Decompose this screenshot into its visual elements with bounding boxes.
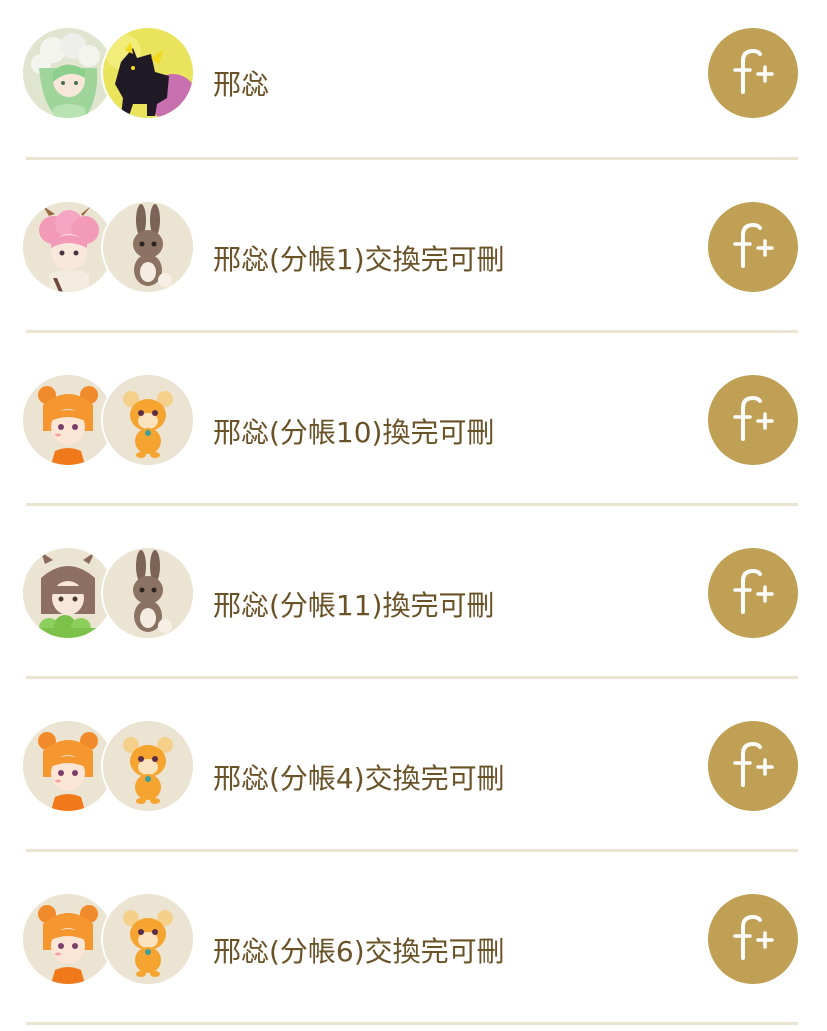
follow-plus-icon: [733, 222, 774, 268]
follow-plus-icon: [733, 395, 774, 441]
character-avatar: [23, 548, 113, 638]
friend-name: 邢惢: [213, 68, 270, 101]
avatar-group: [23, 28, 193, 120]
pet-avatar: [103, 721, 193, 811]
follow-plus-icon: [733, 914, 774, 960]
friend-row[interactable]: 邢惢(分帳4)交換完可刪: [0, 679, 827, 852]
friend-row[interactable]: 邢惢(分帳11)換完可刪: [0, 506, 827, 679]
pet-avatar: [103, 894, 193, 984]
avatar-group: [23, 202, 193, 294]
character-avatar: [23, 375, 113, 465]
friend-name: 邢惢(分帳11)換完可刪: [213, 589, 495, 622]
character-avatar: [23, 28, 113, 118]
follow-plus-button[interactable]: [708, 28, 798, 118]
friend-row[interactable]: 邢惢(分帳10)換完可刪: [0, 333, 827, 506]
follow-plus-button[interactable]: [708, 202, 798, 292]
friend-row[interactable]: 邢惢: [0, 0, 827, 160]
row-divider: [26, 1022, 798, 1025]
friend-list: 邢惢 邢惢(分帳1)交換完可刪 邢惢(分帳10)換完可刪 邢惢(分帳11)換完可…: [0, 0, 827, 1025]
avatar-group: [23, 721, 193, 813]
character-avatar: [23, 721, 113, 811]
follow-plus-button[interactable]: [708, 548, 798, 638]
follow-plus-button[interactable]: [708, 375, 798, 465]
friend-name: 邢惢(分帳6)交換完可刪: [213, 935, 505, 968]
pet-avatar: [103, 202, 193, 292]
follow-plus-button[interactable]: [708, 721, 798, 811]
pet-avatar: [103, 548, 193, 638]
pet-avatar: [103, 375, 193, 465]
character-avatar: [23, 202, 113, 292]
avatar-group: [23, 375, 193, 467]
friend-name: 邢惢(分帳4)交換完可刪: [213, 762, 505, 795]
follow-plus-icon: [733, 48, 774, 94]
friend-row[interactable]: 邢惢(分帳1)交換完可刪: [0, 160, 827, 333]
avatar-group: [23, 894, 193, 986]
follow-plus-icon: [733, 741, 774, 787]
pet-avatar: [103, 28, 193, 118]
follow-plus-button[interactable]: [708, 894, 798, 984]
avatar-group: [23, 548, 193, 640]
character-avatar: [23, 894, 113, 984]
follow-plus-icon: [733, 568, 774, 614]
friend-row[interactable]: 邢惢(分帳6)交換完可刪: [0, 852, 827, 1025]
friend-name: 邢惢(分帳1)交換完可刪: [213, 243, 505, 276]
friend-name: 邢惢(分帳10)換完可刪: [213, 416, 495, 449]
